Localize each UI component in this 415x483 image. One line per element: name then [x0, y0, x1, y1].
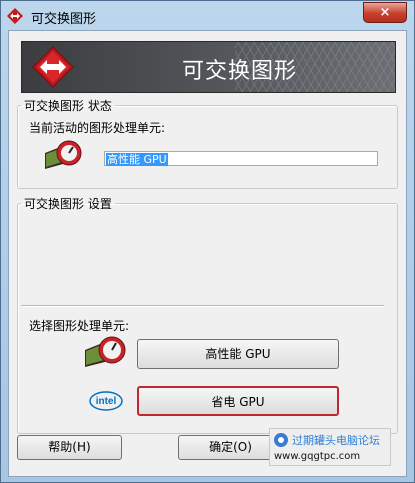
switchable-graphics-logo-icon — [32, 46, 74, 88]
close-icon: × — [379, 5, 391, 20]
divider — [21, 305, 384, 307]
ok-button[interactable]: 确定(O) — [178, 435, 283, 460]
high-performance-gpu-button[interactable]: 高性能 GPU — [137, 339, 339, 369]
watermark-title: 过期罐头电脑论坛 — [292, 434, 380, 447]
forum-logo-icon — [274, 433, 288, 447]
title-bar[interactable]: 可交换图形 × — [1, 1, 414, 31]
select-gpu-label: 选择图形处理单元: — [29, 319, 130, 333]
banner-title: 可交换图形 — [182, 59, 298, 84]
app-logo-icon — [7, 8, 23, 24]
active-gpu-label: 当前活动的图形处理单元: — [29, 121, 166, 135]
gpu-gauge-icon — [85, 336, 126, 367]
current-gpu-value: 高性能 GPU — [106, 153, 168, 166]
gpu-gauge-icon — [45, 140, 82, 169]
forum-watermark: 过期罐头电脑论坛 www.gqgtpc.com — [269, 428, 391, 466]
close-button[interactable]: × — [363, 2, 407, 23]
dialog-window: 可交换图形 × 可交换图形 可交换图形 状态 当前活动的图形处理单元: 高性能 … — [0, 0, 415, 483]
header-banner: 可交换图形 — [21, 41, 396, 93]
status-group-title: 可交换图形 状态 — [24, 99, 112, 113]
help-button[interactable]: 帮助(H) — [17, 435, 122, 460]
intel-logo-text: intel — [96, 396, 117, 407]
intel-logo-icon: intel — [89, 391, 123, 411]
current-gpu-field[interactable]: 高性能 GPU — [104, 151, 378, 166]
power-saving-gpu-button[interactable]: 省电 GPU — [137, 386, 339, 416]
window-title: 可交换图形 — [31, 12, 97, 27]
settings-group-title: 可交换图形 设置 — [24, 197, 112, 211]
watermark-url: www.gqgtpc.com — [274, 451, 361, 462]
dialog-content: 可交换图形 可交换图形 状态 当前活动的图形处理单元: 高性能 GPU 可交换图… — [8, 30, 407, 477]
